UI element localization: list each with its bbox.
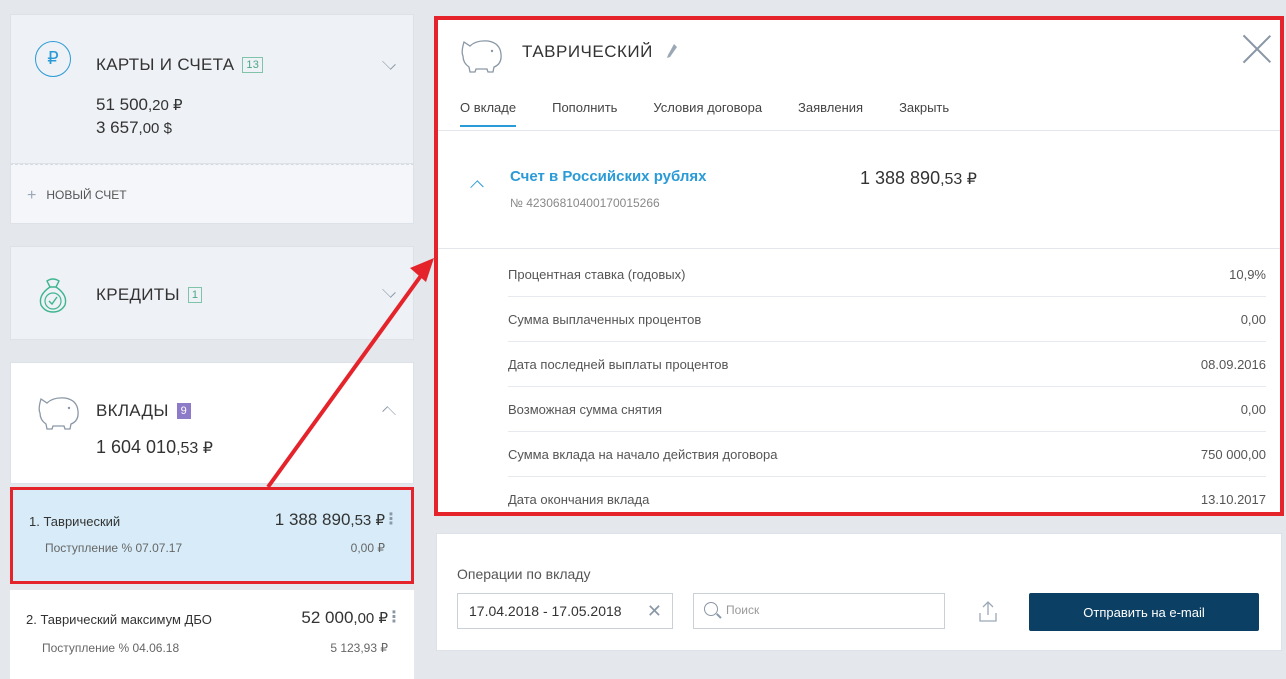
chevron-up-icon[interactable] [470, 180, 484, 194]
tabs-divider [438, 130, 1280, 131]
money-bag-icon [39, 278, 67, 313]
new-account-button[interactable]: + НОВЫЙ СЧЕТ [10, 164, 414, 224]
ruble-icon: ₽ [35, 41, 71, 77]
amount-frac: ,20 ₽ [148, 97, 183, 114]
detail-value: 0,00 [1240, 311, 1266, 327]
amount-int: 1 604 010 [96, 437, 177, 457]
panel-title: ТАВРИЧЕСКИЙ [522, 42, 678, 62]
detail-row: Возможная сумма снятия 0,00 [508, 387, 1266, 432]
plus-icon: + [27, 187, 37, 204]
tab-close[interactable]: Закрыть [899, 100, 949, 127]
account-sum: 1 388 890,53 ₽ [860, 168, 977, 189]
deposit-details-panel: ТАВРИЧЕСКИЙ О вкладе Пополнить Условия д… [434, 16, 1284, 516]
account-number: № 42306810400170015266 [510, 196, 660, 210]
chevron-down-icon[interactable] [382, 284, 396, 298]
close-icon[interactable] [1242, 34, 1272, 64]
detail-label: Процентная ставка (годовых) [508, 266, 686, 282]
deposit-income: Поступление % 07.07.17 [45, 541, 183, 555]
account-divider [438, 248, 1280, 249]
accounts-title-text: КАРТЫ И СЧЕТА [96, 55, 235, 74]
edit-pencil-icon[interactable] [666, 43, 678, 59]
accounts-title: КАРТЫ И СЧЕТА 13 [96, 55, 264, 75]
deposits-title-text: ВКЛАДЫ [96, 401, 169, 420]
tab-contract-terms[interactable]: Условия договора [653, 100, 762, 127]
date-range-field[interactable]: 17.04.2018 - 17.05.2018 ✕ [457, 593, 673, 629]
amount-frac: ,00 ₽ [353, 610, 388, 627]
amount-frac: ,53 ₽ [350, 512, 385, 529]
chevron-up-icon[interactable] [382, 406, 396, 420]
detail-label: Дата последней выплаты процентов [508, 356, 729, 372]
detail-label: Возможная сумма снятия [508, 401, 663, 417]
accounts-rub-amount: 51 500,20 ₽ [96, 95, 183, 115]
deposits-title: ВКЛАДЫ 9 [96, 401, 192, 421]
account-title-link[interactable]: Счет в Российских рублях [510, 168, 707, 185]
deposit-amount: 52 000,00 ₽ [301, 608, 388, 628]
detail-value: 13.10.2017 [1200, 492, 1266, 507]
operations-title: Операции по вкладу [457, 566, 591, 582]
detail-label: Дата окончания вклада [508, 492, 650, 507]
more-options-icon[interactable]: ⋮ [383, 512, 399, 528]
deposit-tabs: О вкладе Пополнить Условия договора Заяв… [460, 100, 949, 127]
detail-row: Дата окончания вклада 13.10.2017 [508, 477, 1266, 512]
deposit-income: Поступление % 04.06.18 [42, 641, 180, 655]
amount-int: 1 388 890 [860, 168, 941, 188]
tab-applications[interactable]: Заявления [798, 100, 863, 127]
credits-count-badge: 1 [187, 287, 203, 303]
detail-row: Сумма вклада на начало действия договора… [508, 432, 1266, 477]
tab-top-up[interactable]: Пополнить [552, 100, 617, 127]
export-icon[interactable] [977, 600, 999, 624]
amount-int: 3 657 [96, 118, 139, 137]
deposit-income-amount: 5 123,93 ₽ [330, 641, 388, 655]
accounts-count-badge: 13 [242, 57, 264, 73]
deposit-name: 1. Таврический [29, 514, 121, 529]
amount-int: 1 388 890 [274, 510, 351, 529]
amount-frac: ,53 ₽ [176, 440, 213, 457]
credits-card[interactable]: КРЕДИТЫ 1 [10, 246, 414, 340]
accounts-usd-amount: 3 657,00 $ [96, 118, 172, 138]
deposit-details-list: Процентная ставка (годовых) 10,9% Сумма в… [508, 252, 1266, 512]
detail-row: Процентная ставка (годовых) 10,9% [508, 252, 1266, 297]
credits-title: КРЕДИТЫ 1 [96, 285, 203, 305]
deposit-amount: 1 388 890,53 ₽ [275, 510, 385, 530]
clear-icon[interactable]: ✕ [647, 602, 662, 620]
credits-title-text: КРЕДИТЫ [96, 285, 180, 304]
tab-about[interactable]: О вкладе [460, 100, 517, 127]
more-options-icon[interactable]: ⋮ [386, 610, 402, 626]
deposit-income-amount: 0,00 ₽ [350, 541, 385, 555]
detail-label: Сумма выплаченных процентов [508, 311, 702, 327]
detail-value: 0,00 [1240, 401, 1266, 417]
chevron-down-icon[interactable] [382, 56, 396, 70]
deposit-name: 2. Таврический максимум ДБО [26, 612, 212, 627]
detail-label: Сумма вклада на начало действия договора [508, 446, 778, 462]
new-account-row: + НОВЫЙ СЧЕТ [27, 187, 127, 205]
deposits-count-badge: 9 [176, 403, 192, 419]
deposits-card[interactable]: ВКЛАДЫ 9 1 604 010,53 ₽ [10, 362, 414, 484]
search-icon [704, 602, 718, 616]
operations-section: Операции по вкладу 17.04.2018 - 17.05.20… [436, 533, 1282, 651]
detail-row: Сумма выплаченных процентов 0,00 [508, 297, 1266, 342]
accounts-card[interactable]: ₽ КАРТЫ И СЧЕТА 13 51 500,20 ₽ 3 657,00 $ [10, 14, 414, 164]
amount-frac: ,53 ₽ [940, 171, 977, 188]
detail-value: 750 000,00 [1200, 446, 1266, 462]
detail-row: Дата последней выплаты процентов 08.09.20… [508, 342, 1266, 387]
detail-value: 10,9% [1229, 266, 1266, 282]
deposits-total: 1 604 010,53 ₽ [96, 437, 213, 458]
amount-frac: ,00 $ [138, 120, 172, 137]
piggy-bank-icon [38, 397, 79, 430]
deposit-item-tavrichesky[interactable]: 1. Таврический 1 388 890,53 ₽ ⋮ Поступле… [10, 487, 414, 584]
piggy-bank-icon [461, 40, 502, 73]
deposit-item-tavrichesky-max[interactable]: 2. Таврический максимум ДБО 52 000,00 ₽ … [10, 590, 414, 679]
send-email-button[interactable]: Отправить на e-mail [1029, 593, 1259, 631]
amount-int: 51 500 [96, 95, 148, 114]
new-account-label: НОВЫЙ СЧЕТ [46, 188, 127, 202]
panel-title-text: ТАВРИЧЕСКИЙ [522, 42, 653, 61]
search-input[interactable] [726, 603, 926, 617]
amount-int: 52 000 [301, 608, 354, 627]
date-range-value: 17.04.2018 - 17.05.2018 [469, 603, 622, 619]
detail-value: 08.09.2016 [1200, 356, 1266, 372]
search-field[interactable] [693, 593, 945, 629]
